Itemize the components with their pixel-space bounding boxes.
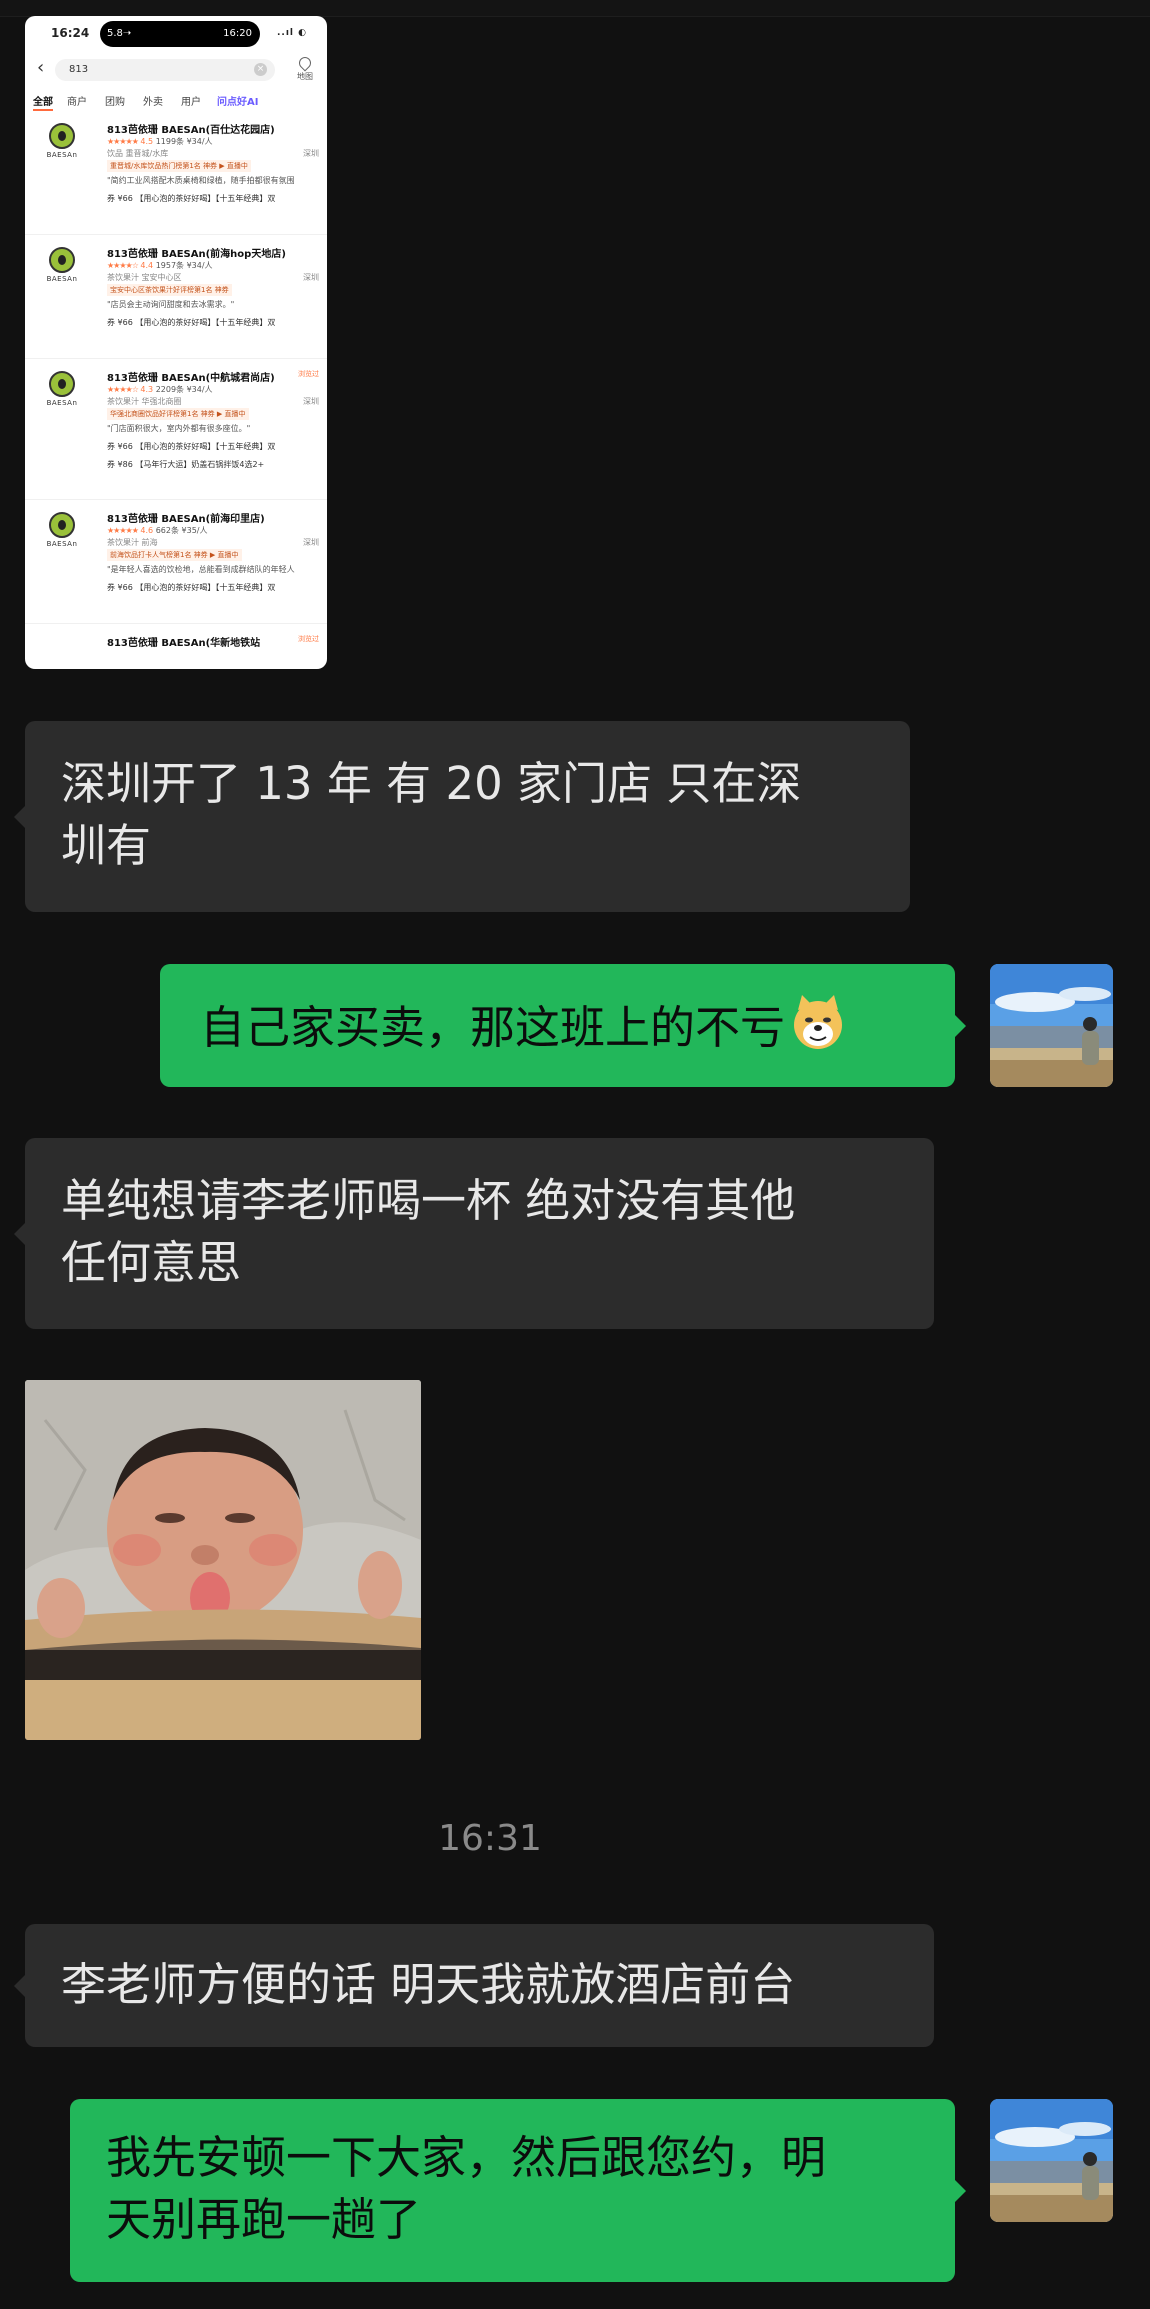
viewed-tag: 浏览过 xyxy=(298,635,319,643)
message-text-line: 单纯想请李老师喝一杯 绝对没有其他 xyxy=(61,1174,796,1227)
result-tabs: 全部 商户 团购 外卖 用户 问点好AI xyxy=(25,89,327,111)
store-rating: ★★★★☆ 4.3 2209条 ¥34/人 xyxy=(107,385,213,394)
store-name: 813芭依珊 BAESAn(前海hop天地店) xyxy=(107,249,286,260)
map-button: 地图 xyxy=(293,54,317,82)
ranking-badge: 宝安中心区茶饮果汁好评榜第1名 神券 xyxy=(107,284,232,296)
star-rating-icon: ★★★★☆ xyxy=(107,261,139,270)
store-name: 813芭依珊 BAESAn(前海印里店) xyxy=(107,514,265,525)
tab-users: 用户 xyxy=(181,97,201,108)
ranking-badge: 前海饮品打卡人气榜第1名 神券 ▶ 直播中 xyxy=(107,549,242,561)
tab-all: 全部 xyxy=(33,93,53,111)
review-quote: "店员会主动询问甜度和去冰需求。" xyxy=(107,300,235,309)
store-rating: ★★★★★ 4.5 1199条 ¥34/人 xyxy=(107,137,213,146)
tab-ai: 问点好AI xyxy=(217,97,259,108)
viewed-tag: 浏览过 xyxy=(298,370,319,378)
deal-line: 券 ¥66 【用心泡的茶好好喝】【十五年经典】双 xyxy=(107,318,276,327)
message-text-line: 圳有 xyxy=(61,819,152,872)
message-text-line: 天别再跑一趟了 xyxy=(106,2193,422,2246)
review-quote: "门店面积很大，室内外都有很多座位。" xyxy=(107,424,251,433)
message-bubble-outgoing[interactable]: 我先安顿一下大家，然后跟您约，明 天别再跑一趟了 xyxy=(70,2099,966,2282)
store-name: 813芭依珊 BAESAn(华新地铁站 xyxy=(107,638,261,649)
deal-line: 券 ¥66 【用心泡的茶好好喝】【十五年经典】双 xyxy=(107,194,276,203)
star-rating-icon: ★★★★★ xyxy=(107,137,139,146)
shared-screenshot-image[interactable]: 16:24 5.8➝ 16:20 ..ıl ◐ ‹ 813 × 地图 全部 商户… xyxy=(25,16,327,669)
store-logo: BAESAn xyxy=(39,371,85,411)
store-city: 深圳 xyxy=(303,273,319,282)
chat-timestamp: 16:31 xyxy=(438,1818,542,1859)
store-card: BAESAn 813芭依珊 BAESAn(百仕达花园店) ★★★★★ 4.5 1… xyxy=(25,111,327,235)
back-icon: ‹ xyxy=(37,57,45,78)
deal-line: 券 ¥66 【用心泡的茶好好喝】【十五年经典】双 xyxy=(107,583,276,592)
my-avatar[interactable] xyxy=(990,964,1113,1087)
message-text: 李老师方便的话 明天我就放酒店前台 xyxy=(61,1958,796,2011)
review-quote: "是年轻人喜选的饮检地，总能看到成群结队的年轻人 xyxy=(107,565,295,574)
search-input: 813 × xyxy=(55,59,275,81)
store-city: 深圳 xyxy=(303,397,319,406)
window-top-edge xyxy=(0,0,1150,17)
clear-icon: × xyxy=(254,63,267,76)
message-text: 自己家买卖，那这班上的不亏 xyxy=(200,1001,786,1054)
store-name: 813芭依珊 BAESAn(百仕达花园店) xyxy=(107,125,275,136)
my-avatar[interactable] xyxy=(990,2099,1113,2222)
doge-emoji-icon xyxy=(789,994,847,1068)
message-text-line: 任何意思 xyxy=(61,1236,242,1289)
store-logo: BAESAn xyxy=(39,512,85,552)
message-bubble-incoming[interactable]: 单纯想请李老师喝一杯 绝对没有其他 任何意思 xyxy=(14,1138,934,1329)
tab-merchants: 商户 xyxy=(67,97,87,108)
deal-line: 券 ¥86 【马年行大运】奶盖石锅拌饭4选2+ xyxy=(107,460,265,469)
deal-line: 券 ¥66 【用心泡的茶好好喝】【十五年经典】双 xyxy=(107,442,276,451)
meme-image[interactable] xyxy=(25,1380,421,1740)
store-logo: BAESAn xyxy=(39,123,85,163)
ranking-badge: 华强北商圈饮品好评榜第1名 神券 ▶ 直播中 xyxy=(107,408,249,420)
message-text-line: 我先安顿一下大家，然后跟您约，明 xyxy=(106,2131,827,2184)
status-bar: 16:24 5.8➝ 16:20 ..ıl ◐ xyxy=(25,16,327,49)
store-city: 深圳 xyxy=(303,538,319,547)
store-category: 茶饮果汁 前海 xyxy=(107,538,158,547)
message-bubble-incoming[interactable]: 深圳开了 13 年 有 20 家门店 只在深 圳有 xyxy=(14,721,910,912)
message-bubble-incoming[interactable]: 李老师方便的话 明天我就放酒店前台 xyxy=(14,1924,934,2047)
store-rating: ★★★★★ 4.6 662条 ¥35/人 xyxy=(107,526,208,535)
store-name: 813芭依珊 BAESAn(中航城君尚店) xyxy=(107,373,275,384)
store-city: 深圳 xyxy=(303,149,319,158)
review-quote: "简约工业风搭配木质桌椅和绿植，随手拍都很有氛围 xyxy=(107,176,295,185)
message-text-line: 深圳开了 13 年 有 20 家门店 只在深 xyxy=(61,757,802,810)
store-category: 茶饮果汁 宝安中心区 xyxy=(107,273,182,282)
star-rating-icon: ★★★★☆ xyxy=(107,385,139,394)
store-card: BAESAn 813芭依珊 BAESAn(前海hop天地店) ★★★★☆ 4.4… xyxy=(25,235,327,359)
island-left: 5.8➝ xyxy=(107,28,132,39)
store-card: 813芭依珊 BAESAn(华新地铁站 浏览过 xyxy=(25,624,327,669)
store-card: BAESAn 813芭依珊 BAESAn(前海印里店) ★★★★★ 4.6 66… xyxy=(25,500,327,624)
tab-group-buy: 团购 xyxy=(105,97,125,108)
message-bubble-outgoing[interactable]: 自己家买卖，那这班上的不亏 xyxy=(160,964,966,1087)
signal-battery-icon: ..ıl ◐ xyxy=(277,28,307,38)
status-time: 16:24 xyxy=(51,26,90,40)
tab-takeout: 外卖 xyxy=(143,97,163,108)
ranking-badge: 重晋城/水库饮品热门榜第1名 神券 ▶ 直播中 xyxy=(107,160,251,172)
store-category: 茶饮果汁 华强北商圈 xyxy=(107,397,182,406)
store-logo: BAESAn xyxy=(39,247,85,287)
search-row: ‹ 813 × 地图 xyxy=(25,49,327,89)
store-rating: ★★★★☆ 4.4 1957条 ¥34/人 xyxy=(107,261,213,270)
island-right: 16:20 xyxy=(223,28,252,39)
map-pin-icon xyxy=(296,54,314,72)
store-category: 饮品 重晋城/水库 xyxy=(107,149,169,158)
search-query: 813 xyxy=(69,64,89,75)
star-rating-icon: ★★★★★ xyxy=(107,526,139,535)
store-list: BAESAn 813芭依珊 BAESAn(百仕达花园店) ★★★★★ 4.5 1… xyxy=(25,111,327,669)
dynamic-island: 5.8➝ 16:20 xyxy=(100,21,260,47)
store-card: BAESAn 813芭依珊 BAESAn(中航城君尚店) 浏览过 ★★★★☆ 4… xyxy=(25,359,327,500)
map-label: 地图 xyxy=(297,72,313,81)
